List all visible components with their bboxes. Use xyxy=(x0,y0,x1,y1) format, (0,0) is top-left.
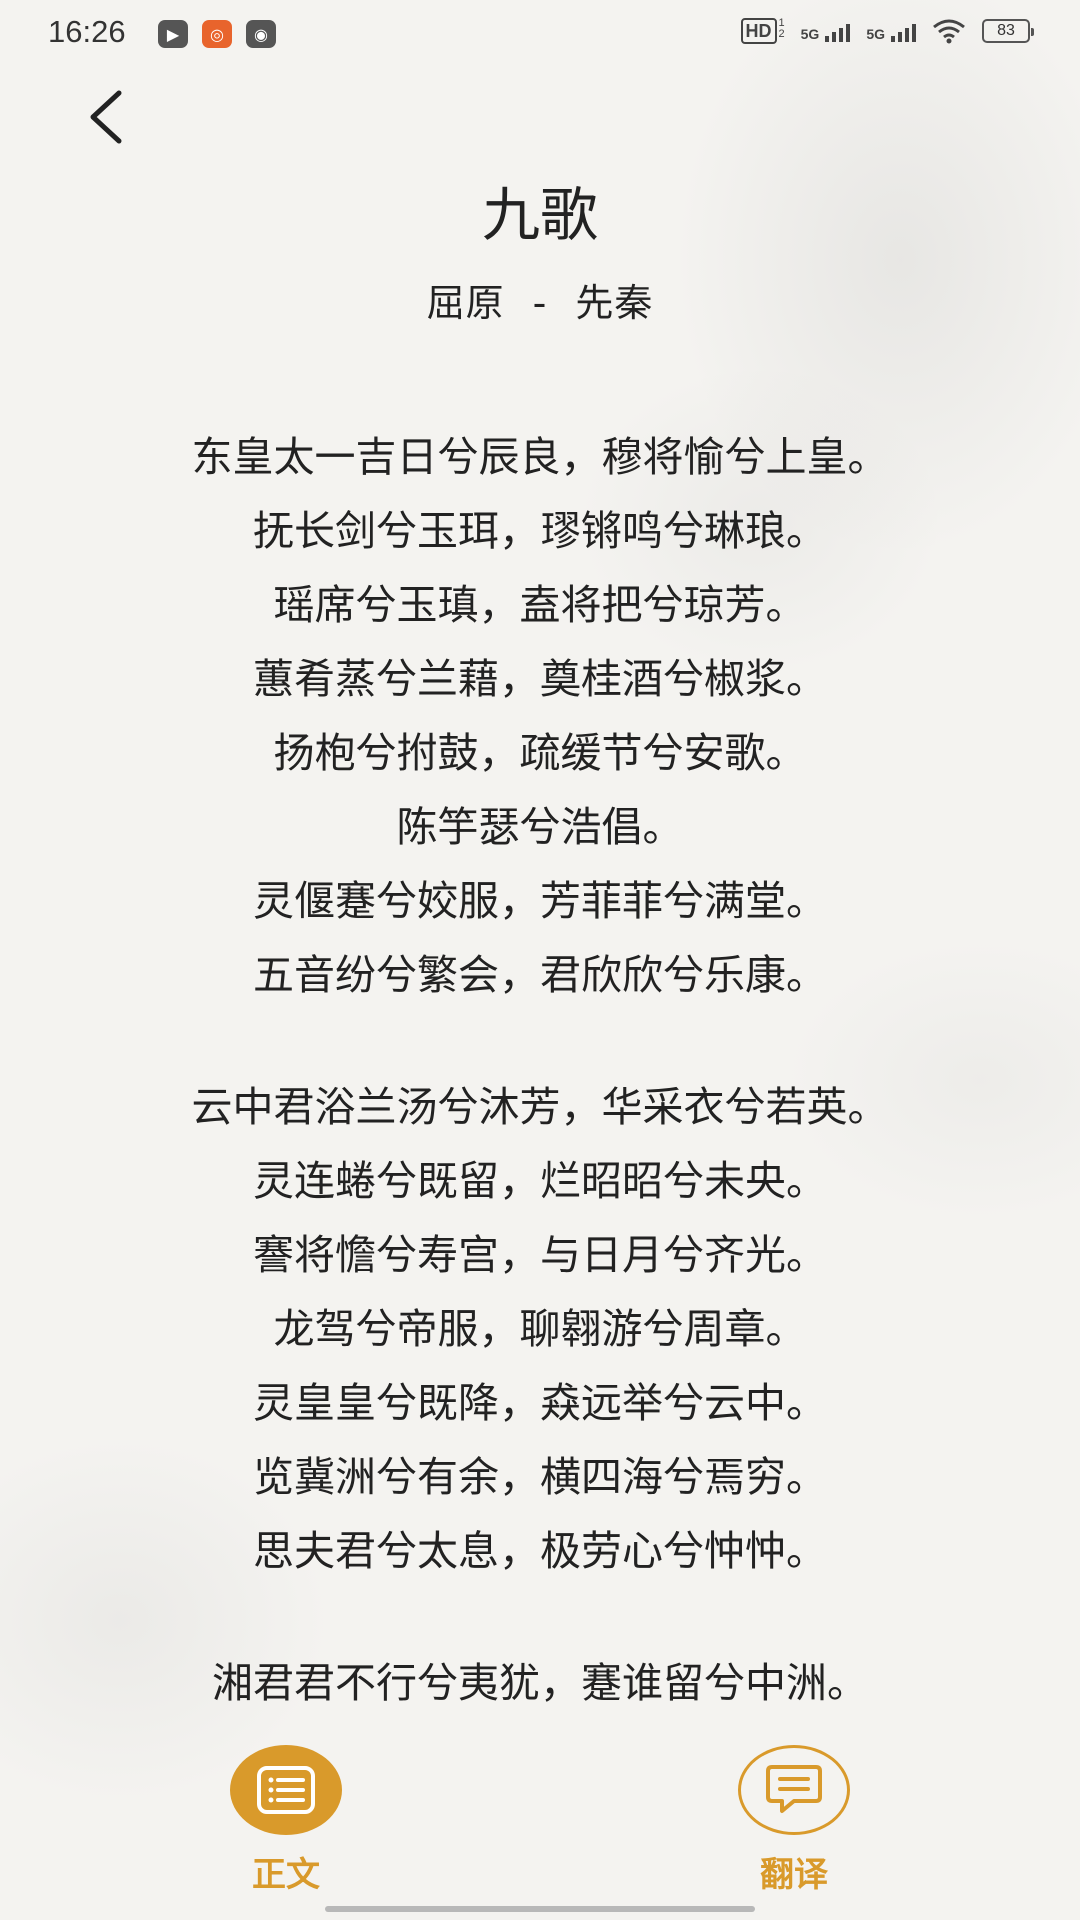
poem-line: 龙驾兮帝服，聊翱游兮周章。 xyxy=(273,1305,807,1353)
video-app-icon: ▶ xyxy=(158,20,188,48)
poem-line: 览冀洲兮有余，横四海兮焉穷。 xyxy=(253,1453,827,1501)
author-name[interactable]: 屈原 xyxy=(427,281,505,325)
tab-label: 翻译 xyxy=(760,1855,828,1895)
page-title: 九歌 xyxy=(481,181,598,249)
status-indicators: HD 1 2 5G 5G 83 xyxy=(740,18,1034,44)
signal-5g-icon: 5G xyxy=(801,20,851,42)
poem-body: 东皇太一吉日兮辰良，穆将愉兮上皇。 抚长剑兮玉珥，璆锵鸣兮琳琅。 瑶席兮玉瑱，盍… xyxy=(0,420,1080,1778)
poem-line: 灵皇皇兮既降，猋远举兮云中。 xyxy=(253,1379,827,1427)
poem-line: 五音纷兮繁会，君欣欣兮乐康。 xyxy=(253,951,827,999)
tab-original-text[interactable]: 正文 xyxy=(206,1745,366,1896)
poem-line: 謇将憺兮寿宫，与日月兮齐光。 xyxy=(253,1231,827,1279)
game-app-icon: ◎ xyxy=(202,20,232,48)
poem-line: 蕙肴蒸兮兰藉，奠桂酒兮椒浆。 xyxy=(253,655,827,703)
chevron-left-icon xyxy=(90,90,122,144)
tab-translation[interactable]: 翻译 xyxy=(714,1745,874,1896)
poem-stanza-2: 云中君浴兰汤兮沐芳，华采衣兮若英。 灵连蜷兮既留，烂昭昭兮未央。 謇将憺兮寿宫，… xyxy=(0,1070,1080,1588)
poem-line: 灵偃蹇兮姣服，芳菲菲兮满堂。 xyxy=(253,877,827,925)
tab-label: 正文 xyxy=(252,1855,320,1895)
message-icon xyxy=(738,1745,850,1835)
poem-line: 灵连蜷兮既留，烂昭昭兮未央。 xyxy=(253,1157,827,1205)
dynasty-name: 先秦 xyxy=(575,281,654,325)
poem-line: 陈竽瑟兮浩倡。 xyxy=(396,803,684,851)
poem-line: 瑶席兮玉瑱，盍将把兮琼芳。 xyxy=(273,581,807,629)
battery-icon: 83 xyxy=(982,19,1034,43)
hd-voice-icon: HD 1 2 xyxy=(740,18,785,44)
list-icon xyxy=(230,1745,342,1835)
status-bar: 16:26 ▶ ◎ ◉ HD 1 2 5G 5G 83 xyxy=(0,0,1080,70)
signal-5g-icon-2: 5G xyxy=(866,20,916,42)
poem-line: 湘君君不行兮夷犹，蹇谁留兮中洲。 xyxy=(212,1659,868,1707)
home-indicator[interactable] xyxy=(325,1906,755,1912)
bottom-tab-bar: 正文 翻译 xyxy=(0,1735,1080,1920)
poem-line: 东皇太一吉日兮辰良，穆将愉兮上皇。 xyxy=(191,433,889,481)
poem-line: 扬枹兮拊鼓，疏缓节兮安歌。 xyxy=(273,729,807,777)
poem-line: 抚长剑兮玉珥，璆锵鸣兮琳琅。 xyxy=(253,507,827,555)
poem-line: 思夫君兮太息，极劳心兮忡忡。 xyxy=(253,1527,827,1575)
author-separator: - xyxy=(532,281,548,325)
status-app-icons: ▶ ◎ ◉ xyxy=(158,20,276,48)
status-time: 16:26 xyxy=(48,14,126,49)
wifi-icon xyxy=(933,19,965,44)
author-line: 屈原 - 先秦 xyxy=(0,272,1080,327)
poem-stanza-1: 东皇太一吉日兮辰良，穆将愉兮上皇。 抚长剑兮玉珥，璆锵鸣兮琳琅。 瑶席兮玉瑱，盍… xyxy=(0,420,1080,1012)
back-button[interactable] xyxy=(70,82,140,152)
poem-stanza-3: 湘君君不行兮夷犹，蹇谁留兮中洲。 xyxy=(0,1646,1080,1720)
media-app-icon: ◉ xyxy=(246,20,276,48)
poem-line: 云中君浴兰汤兮沐芳，华采衣兮若英。 xyxy=(191,1083,889,1131)
